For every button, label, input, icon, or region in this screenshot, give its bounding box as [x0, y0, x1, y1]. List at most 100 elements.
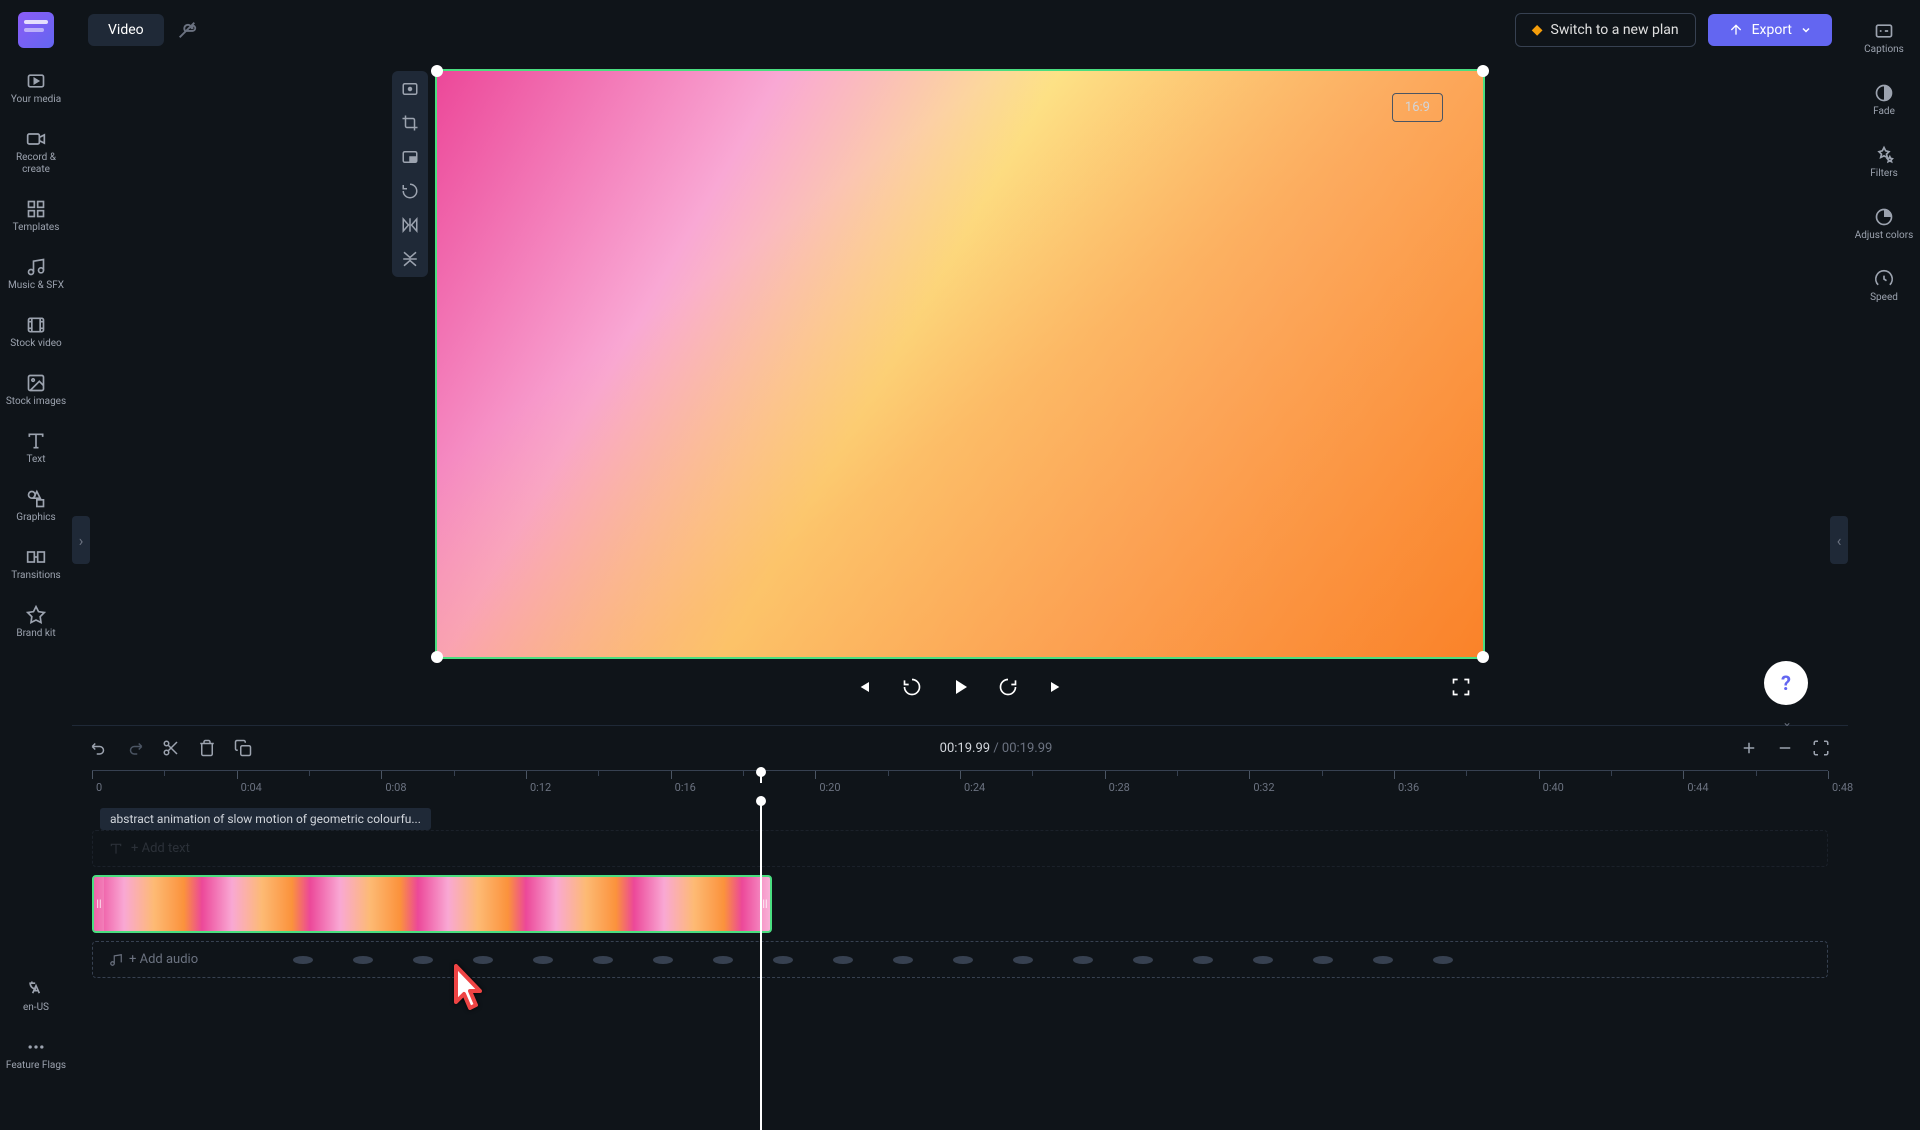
collapse-panel-button[interactable]: ⌄: [1782, 715, 1792, 729]
flip-v-icon[interactable]: [398, 247, 422, 271]
switch-plan-label: Switch to a new plan: [1551, 22, 1679, 38]
sidebar-text[interactable]: Text: [4, 422, 68, 474]
export-label: Export: [1752, 22, 1792, 38]
text-icon: [25, 430, 47, 452]
sidebar-record-create[interactable]: Record & create: [4, 120, 68, 184]
flip-h-icon[interactable]: [398, 213, 422, 237]
expand-right-panel[interactable]: ‹: [1830, 516, 1848, 564]
sidebar-fade[interactable]: Fade: [1852, 74, 1916, 126]
zoom-out-button[interactable]: [1776, 739, 1794, 757]
ruler-tick: 0:36: [1394, 771, 1419, 794]
help-label: ?: [1781, 671, 1791, 695]
clip-tooltip: abstract animation of slow motion of geo…: [100, 808, 431, 830]
skip-start-button[interactable]: [850, 673, 878, 701]
sidebar-graphics[interactable]: Graphics: [4, 480, 68, 532]
audio-waveform-placeholder: [293, 960, 1817, 962]
ruler-tick: 0:24: [960, 771, 985, 794]
total-time: 00:19.99: [1002, 741, 1052, 756]
video-canvas[interactable]: 16:9: [435, 69, 1485, 659]
graphics-icon: [25, 488, 47, 510]
sidebar-label: Adjust colors: [1855, 230, 1914, 242]
sidebar-label: Graphics: [16, 512, 55, 524]
forward-button[interactable]: [994, 673, 1022, 701]
timeline-toolbar: 00:19.99 / 00:19.99: [72, 726, 1848, 770]
redo-button[interactable]: [126, 739, 144, 757]
add-text-track[interactable]: + Add text: [92, 830, 1828, 867]
timeline-ruler[interactable]: 00:040:080:120:160:200:240:280:320:360:4…: [92, 770, 1828, 800]
skip-end-button[interactable]: [1042, 673, 1070, 701]
resize-handle-tr[interactable]: [1477, 65, 1489, 77]
duplicate-button[interactable]: [234, 739, 252, 757]
image-icon: [25, 372, 47, 394]
clip-trim-left[interactable]: ||: [94, 877, 104, 931]
cloud-sync-icon[interactable]: [176, 19, 198, 41]
main-area: Video ◆ Switch to a new plan Export: [72, 0, 1848, 1080]
switch-plan-button[interactable]: ◆ Switch to a new plan: [1515, 13, 1696, 47]
sidebar-speed[interactable]: Speed: [1852, 260, 1916, 312]
add-text-label: + Add text: [131, 841, 190, 856]
sidebar-brand-kit[interactable]: Brand kit: [4, 596, 68, 648]
sidebar-label: Templates: [13, 222, 60, 234]
sidebar-feature-flags[interactable]: Feature Flags: [4, 1028, 68, 1080]
timeline-tracks: abstract animation of slow motion of geo…: [92, 800, 1828, 1080]
add-audio-track[interactable]: + Add audio: [92, 941, 1828, 978]
diamond-icon: ◆: [1532, 22, 1543, 38]
sidebar-captions[interactable]: Captions: [1852, 12, 1916, 64]
ruler-tick: 0:12: [526, 771, 551, 794]
ruler-tick: 0:20: [815, 771, 840, 794]
sidebar-locale[interactable]: en-US: [4, 970, 68, 1022]
app-logo[interactable]: [18, 12, 54, 48]
zoom-fit-button[interactable]: [1812, 739, 1830, 757]
video-title-button[interactable]: Video: [88, 14, 164, 46]
sidebar-label: Speed: [1870, 292, 1898, 304]
ruler-tick: 0:44: [1683, 771, 1708, 794]
delete-button[interactable]: [198, 739, 216, 757]
canvas-area: 16:9 ? ⌄: [72, 59, 1848, 725]
locale-icon: [25, 978, 47, 1000]
speed-icon: [1873, 268, 1895, 290]
time-separator: /: [990, 741, 1002, 756]
ruler-tick: 0:04: [237, 771, 262, 794]
ruler-tick: 0:40: [1539, 771, 1564, 794]
canvas-tools: [392, 71, 428, 277]
rotate-icon[interactable]: [398, 179, 422, 203]
rewind-button[interactable]: [898, 673, 926, 701]
export-button[interactable]: Export: [1708, 14, 1832, 46]
sidebar-label: Fade: [1873, 106, 1895, 118]
sidebar-adjust-colors[interactable]: Adjust colors: [1852, 198, 1916, 250]
help-button[interactable]: ?: [1764, 661, 1808, 705]
canvas-wrap: 16:9: [72, 59, 1848, 725]
text-track-icon: [109, 842, 123, 856]
sidebar-templates[interactable]: Templates: [4, 190, 68, 242]
pip-icon[interactable]: [398, 145, 422, 169]
playhead[interactable]: [760, 800, 762, 1130]
play-button[interactable]: [946, 673, 974, 701]
stock-video-icon: [25, 314, 47, 336]
time-display: 00:19.99 / 00:19.99: [940, 741, 1053, 756]
undo-button[interactable]: [90, 739, 108, 757]
playback-controls: [435, 659, 1485, 715]
sidebar-label: Feature Flags: [6, 1060, 66, 1072]
crop-icon[interactable]: [398, 111, 422, 135]
split-button[interactable]: [162, 739, 180, 757]
sidebar-label: Stock images: [6, 396, 66, 408]
resize-handle-tl[interactable]: [431, 65, 443, 77]
fade-icon: [1873, 82, 1895, 104]
sidebar-your-media[interactable]: Your media: [4, 62, 68, 114]
ruler-tick: 0:48: [1828, 771, 1853, 794]
sidebar-stock-video[interactable]: Stock video: [4, 306, 68, 358]
sidebar-music-sfx[interactable]: Music & SFX: [4, 248, 68, 300]
zoom-in-button[interactable]: [1740, 739, 1758, 757]
sidebar-label: Captions: [1864, 44, 1904, 56]
fit-icon[interactable]: [398, 77, 422, 101]
fullscreen-button[interactable]: [1447, 673, 1475, 701]
ruler-tick: 0:28: [1105, 771, 1130, 794]
sidebar-transitions[interactable]: Transitions: [4, 538, 68, 590]
aspect-ratio-badge[interactable]: 16:9: [1392, 93, 1443, 122]
sidebar-filters[interactable]: Filters: [1852, 136, 1916, 188]
flags-icon: [25, 1036, 47, 1058]
timeline-area: 00:19.99 / 00:19.99 00:040:080:120:160:2…: [72, 725, 1848, 1080]
ruler-tick: 0:16: [671, 771, 696, 794]
video-clip[interactable]: || ||: [92, 875, 772, 933]
sidebar-stock-images[interactable]: Stock images: [4, 364, 68, 416]
